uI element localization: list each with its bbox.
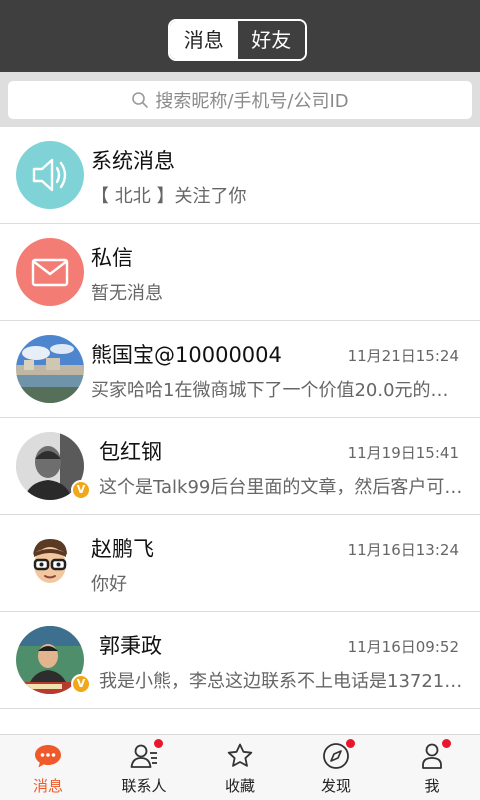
conversation-item[interactable]: 熊国宝@10000004 11月21日15:24 买家哈哈1在微商城下了一个价值… (0, 321, 480, 418)
conversation-name: 系统消息 (91, 149, 175, 173)
conversation-time: 11月19日15:41 (347, 444, 459, 462)
contacts-icon (129, 739, 163, 771)
conversation-item[interactable]: V 郭秉政 11月16日09:52 我是小熊，李总这边联系不上电话是137210… (0, 612, 480, 709)
notification-dot (346, 739, 355, 748)
tab-favorites[interactable]: 收藏 (192, 735, 288, 800)
conversation-name: 郭秉政 (99, 634, 162, 658)
conversation-time: 11月16日09:52 (347, 638, 459, 656)
star-icon (225, 741, 255, 771)
conversation-name: 私信 (91, 246, 133, 270)
verified-badge: V (71, 674, 91, 694)
conversation-preview: 暂无消息 (91, 283, 163, 304)
conversation-name: 赵鹏飞 (91, 537, 154, 561)
tab-me[interactable]: 我 (384, 735, 480, 800)
tab-messages[interactable]: 消息 (0, 735, 96, 800)
verified-badge: V (71, 480, 91, 500)
person-icon (417, 739, 451, 771)
notification-dot (442, 739, 451, 748)
conversation-preview: 买家哈哈1在微商城下了一个价值20.0元的订单 (91, 380, 463, 401)
search-placeholder: 搜索昵称/手机号/公司ID (155, 91, 349, 112)
tab-discover[interactable]: 发现 (288, 735, 384, 800)
search-input[interactable]: 搜索昵称/手机号/公司ID (8, 81, 472, 119)
landscape-avatar (16, 335, 84, 403)
top-header: 消息 好友 (0, 0, 480, 72)
tab-label: 我 (424, 777, 440, 795)
conversation-preview: 你好 (91, 574, 127, 595)
conversation-item-system[interactable]: 系统消息 【 北北 】关注了你 (0, 127, 480, 224)
tab-messages[interactable]: 消息 (170, 21, 238, 59)
conversation-time: 11月16日13:24 (347, 541, 459, 559)
conversation-item[interactable]: 赵鹏飞 11月16日13:24 你好 (0, 515, 480, 612)
tab-label: 消息 (32, 777, 63, 795)
envelope-icon (16, 238, 84, 306)
memoji-avatar (16, 529, 84, 597)
conversation-time: 11月21日15:24 (347, 347, 459, 365)
conversation-item-private[interactable]: 私信 暂无消息 (0, 224, 480, 321)
conversation-item[interactable]: V 包红钢 11月19日15:41 这个是Talk99后台里面的文章，然后客户可… (0, 418, 480, 515)
segment-control: 消息 好友 (168, 19, 307, 61)
search-icon (132, 92, 149, 108)
tab-label: 联系人 (121, 777, 167, 795)
conversation-name: 包红钢 (99, 440, 162, 464)
tab-label: 发现 (320, 777, 351, 795)
tab-friends[interactable]: 好友 (237, 21, 305, 59)
speaker-icon (16, 141, 84, 209)
conversation-preview: 这个是Talk99后台里面的文章，然后客户可以看到 (99, 477, 463, 498)
tab-label: 收藏 (224, 777, 255, 795)
notification-dot (154, 739, 163, 748)
conversation-preview: 【 北北 】关注了你 (91, 186, 247, 207)
bottom-tab-bar: 消息 联系人 收藏 发现 我 (0, 734, 480, 800)
conversation-name: 熊国宝@10000004 (91, 343, 282, 367)
conversation-preview: 我是小熊，李总这边联系不上电话是13721000000 (99, 671, 463, 692)
compass-icon (321, 739, 355, 771)
tab-contacts[interactable]: 联系人 (96, 735, 192, 800)
chat-bubble-icon (33, 741, 63, 771)
